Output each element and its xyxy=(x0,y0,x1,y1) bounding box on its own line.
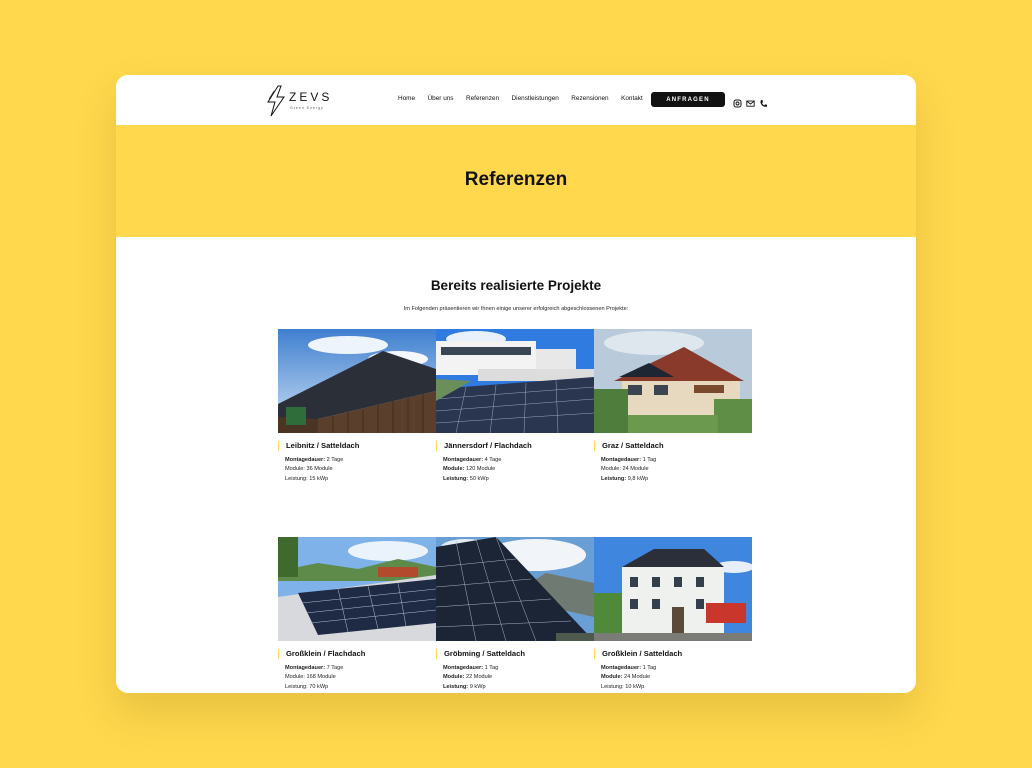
logo[interactable]: ZEVS Green Energy xyxy=(265,85,337,117)
project-card[interactable]: Großklein / Satteldach Montagedauer: 1 T… xyxy=(594,537,752,692)
project-power: Leistung: 15 kWp xyxy=(285,475,329,482)
project-duration: Montagedauer: 7 Tage xyxy=(285,665,344,671)
project-title: Leibnitz / Satteldach xyxy=(278,441,436,451)
project-details: Montagedauer: 1 Tag Module: 24 Module Le… xyxy=(594,664,752,692)
project-details: Montagedauer: 1 Tag Module: 24 Module Le… xyxy=(594,456,752,484)
project-power: Leistung: 70 kWp xyxy=(285,683,329,690)
project-photo xyxy=(594,537,752,641)
project-details: Montagedauer: 2 Tage Module: 36 Module L… xyxy=(278,456,436,484)
project-modules: Module: 168 Module xyxy=(285,674,336,681)
site-header: ZEVS Green Energy Home Über uns Referenz… xyxy=(116,75,916,125)
project-details: Montagedauer: 1 Tag Module: 22 Module Le… xyxy=(436,664,594,692)
project-duration: Montagedauer: 1 Tag xyxy=(601,457,657,463)
project-title: Großklein / Flachdach xyxy=(278,649,436,659)
project-card[interactable]: Leibnitz / Satteldach Montagedauer: 2 Ta… xyxy=(278,329,436,484)
logo-name: ZEVS xyxy=(289,90,333,104)
project-card[interactable]: Graz / Satteldach Montagedauer: 1 Tag Mo… xyxy=(594,329,752,484)
project-power: Leistung: 10 kWp xyxy=(601,683,645,690)
project-title: Großklein / Satteldach xyxy=(594,649,752,659)
project-card[interactable]: Jännersdorf / Flachdach Montagedauer: 4 … xyxy=(436,329,594,484)
project-photo xyxy=(436,537,594,641)
project-power: Leistung: 50 kWp xyxy=(443,475,489,482)
project-duration: Montagedauer: 4 Tage xyxy=(443,457,502,463)
anfragen-button[interactable]: ANFRAGEN xyxy=(651,92,725,107)
project-details: Montagedauer: 7 Tage Module: 168 Module … xyxy=(278,664,436,692)
nav-dienstleistungen[interactable]: Dienstleistungen xyxy=(512,95,559,102)
mail-icon[interactable] xyxy=(746,95,755,107)
project-power: Leistung: 9,8 kWp xyxy=(601,475,649,482)
project-duration: Montagedauer: 1 Tag xyxy=(601,665,657,671)
header-icons xyxy=(733,95,768,108)
nav-home[interactable]: Home xyxy=(398,95,415,102)
main-nav: Home Über uns Referenzen Dienstleistunge… xyxy=(398,95,655,102)
project-photo xyxy=(436,329,594,433)
project-title: Jännersdorf / Flachdach xyxy=(436,441,594,451)
project-card[interactable]: Gröbming / Satteldach Montagedauer: 1 Ta… xyxy=(436,537,594,692)
nav-referenzen[interactable]: Referenzen xyxy=(466,95,499,102)
project-card[interactable]: Großklein / Flachdach Montagedauer: 7 Ta… xyxy=(278,537,436,692)
instagram-icon[interactable] xyxy=(733,95,742,108)
project-modules: Module: 24 Module xyxy=(601,674,651,681)
nav-ueber-uns[interactable]: Über uns xyxy=(428,95,454,102)
project-duration: Montagedauer: 2 Tage xyxy=(285,457,344,463)
browser-window: ZEVS Green Energy Home Über uns Referenz… xyxy=(116,75,916,693)
project-modules: Module: 24 Module xyxy=(601,466,649,473)
projects-intro: Im Folgenden präsentieren wir Ihnen eini… xyxy=(403,306,629,312)
project-title: Gröbming / Satteldach xyxy=(436,649,594,659)
logo-tagline: Green Energy xyxy=(290,106,324,110)
project-modules: Module: 36 Module xyxy=(285,466,333,473)
lightning-icon xyxy=(267,85,285,117)
project-photo xyxy=(278,537,436,641)
page-title: Referenzen xyxy=(464,169,568,190)
nav-kontakt[interactable]: Kontakt xyxy=(621,95,643,102)
project-duration: Montagedauer: 1 Tag xyxy=(443,665,499,671)
nav-rezensionen[interactable]: Rezensionen xyxy=(571,95,608,102)
project-title: Graz / Satteldach xyxy=(594,441,752,451)
project-modules: Module: 120 Module xyxy=(443,466,496,473)
phone-icon[interactable] xyxy=(759,95,768,107)
project-photo xyxy=(594,329,752,433)
project-details: Montagedauer: 4 Tage Module: 120 Module … xyxy=(436,456,594,484)
projects-title: Bereits realisierte Projekte xyxy=(430,278,602,293)
project-modules: Module: 22 Module xyxy=(443,674,493,681)
project-photo xyxy=(278,329,436,433)
project-power: Leistung: 9 kWp xyxy=(443,683,486,690)
hero-banner: Referenzen xyxy=(116,125,916,237)
